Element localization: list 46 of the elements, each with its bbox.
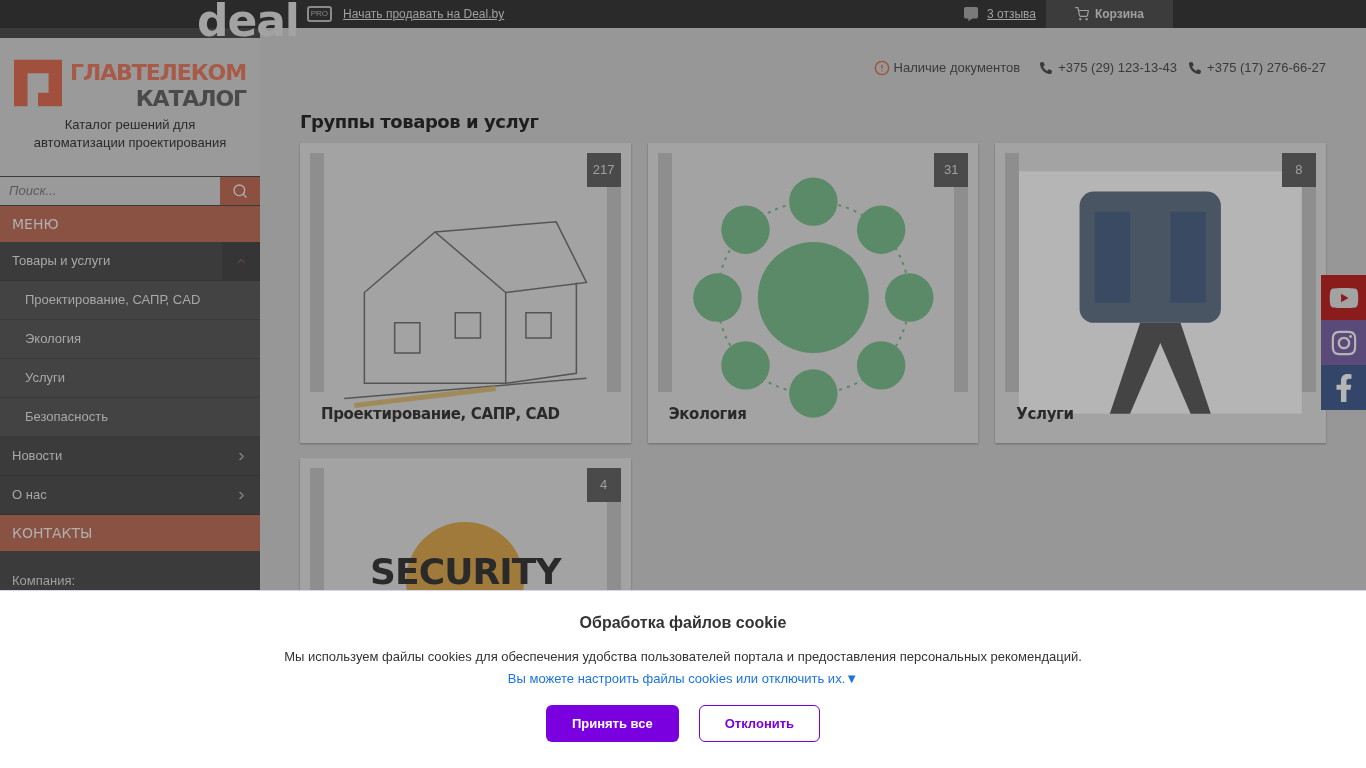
- decline-button[interactable]: Отклонить: [698, 705, 821, 742]
- search-icon: [232, 183, 248, 199]
- submenu-item[interactable]: Услуги: [0, 359, 260, 398]
- pro-badge: PRO: [306, 6, 333, 22]
- instagram-icon[interactable]: [1321, 320, 1366, 365]
- warning-icon: [873, 59, 890, 76]
- phone-icon: [1189, 61, 1202, 74]
- count-badge: 4: [586, 467, 621, 502]
- contacts-header: КОНТАКТЫ: [0, 515, 260, 551]
- youtube-icon[interactable]: [1321, 275, 1366, 320]
- card-title[interactable]: Экология: [668, 402, 747, 425]
- deal-logo[interactable]: deal: [197, 0, 299, 43]
- reviews-link[interactable]: 3 отзыва: [987, 5, 1036, 23]
- accept-button[interactable]: Принять все: [545, 705, 679, 742]
- menu-header: МЕНЮ: [0, 206, 260, 242]
- submenu-item[interactable]: Экология: [0, 320, 260, 359]
- contact-label: Компания:: [11, 572, 77, 590]
- section-title: Группы товаров и услуг: [300, 109, 540, 134]
- category-card[interactable]: 31 Экология: [647, 142, 979, 443]
- search-field[interactable]: Поиск...: [0, 177, 220, 205]
- category-card[interactable]: 8 Услуги: [995, 142, 1326, 443]
- submenu-item[interactable]: Безопасность: [0, 398, 260, 437]
- card-title[interactable]: Услуги: [1016, 402, 1074, 425]
- tagline: Каталог решений для автоматизации проектирования: [32, 116, 228, 152]
- brand-subtitle: КАТАЛОГ: [135, 86, 246, 112]
- header-info-text: +375 (17) 276-66-27: [1207, 59, 1326, 77]
- header-info-text[interactable]: Наличие документов: [893, 58, 1021, 78]
- count-badge: 217: [586, 152, 621, 187]
- cookie-text: Мы используем файлы cookies для обеспечения удобства пользователей портала и предоставления персональных рекомендаций.: [284, 648, 1082, 666]
- phone-icon: [1040, 61, 1053, 74]
- sell-link[interactable]: Начать продавать на Deal.by: [343, 5, 505, 23]
- cart-icon: [1074, 7, 1089, 21]
- brand-name: ГЛАВТЕЛЕКОМ: [70, 60, 246, 86]
- comment-icon: [964, 7, 979, 21]
- category-card[interactable]: 217 Проектирование, САПР, CAD: [300, 142, 631, 443]
- search-button[interactable]: [220, 177, 260, 205]
- cookie-title: Обработка файлов cookie: [579, 613, 787, 633]
- card-title[interactable]: Проектирование, САПР, CAD: [321, 402, 560, 425]
- count-badge: 8: [1282, 152, 1316, 187]
- submenu-item[interactable]: Проектирование, САПР, CAD: [0, 281, 260, 320]
- facebook-icon[interactable]: [1321, 365, 1366, 410]
- count-badge: 31: [934, 152, 969, 187]
- cookie-settings-link[interactable]: Вы можете настроить файлы cookies или отключить их.▼: [507, 668, 859, 688]
- cart-button[interactable]: Корзина: [1046, 0, 1173, 28]
- header-info-text: +375 (29) 123-13-43: [1058, 59, 1178, 77]
- menu-item[interactable]: Товары и услуги: [0, 242, 260, 281]
